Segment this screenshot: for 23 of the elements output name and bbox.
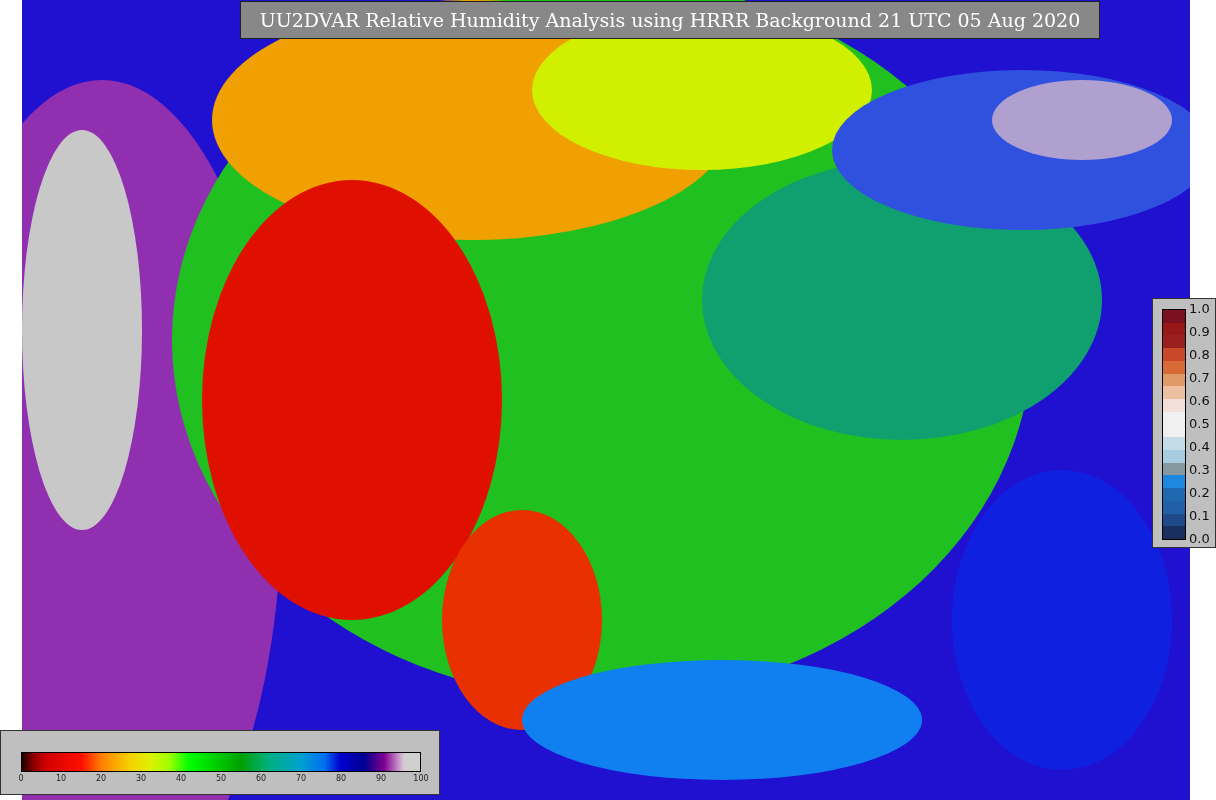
tick-label: 90 xyxy=(375,774,387,783)
tick-label: 0.1 xyxy=(1189,508,1210,524)
tick-label: 60 xyxy=(255,774,267,783)
tick-label: 0.2 xyxy=(1189,485,1210,501)
tick-label: 50 xyxy=(215,774,227,783)
tick-label: 0.3 xyxy=(1189,462,1210,478)
tick-label: 0.7 xyxy=(1189,370,1210,386)
tick-label: 70 xyxy=(295,774,307,783)
chart-title: UU2DVAR Relative Humidity Analysis using HRRR Background 21 UTC 05 Aug 2020 xyxy=(240,1,1100,39)
tick-label: 1.0 xyxy=(1189,301,1210,317)
tick-label: 0.6 xyxy=(1189,393,1210,409)
tick-label: 100 xyxy=(413,774,429,783)
tick-label: 30 xyxy=(135,774,147,783)
tick-label: 0.9 xyxy=(1189,324,1210,340)
tick-label: 0.0 xyxy=(1189,531,1210,547)
tick-label: 40 xyxy=(175,774,187,783)
tick-label: 0.5 xyxy=(1189,416,1210,432)
tick-label: 0 xyxy=(18,774,24,783)
tick-label: 20 xyxy=(95,774,107,783)
tick-label: 80 xyxy=(335,774,347,783)
tick-label: 10 xyxy=(55,774,67,783)
tick-label: 0.4 xyxy=(1189,439,1210,455)
tick-label: 0.8 xyxy=(1189,347,1210,363)
